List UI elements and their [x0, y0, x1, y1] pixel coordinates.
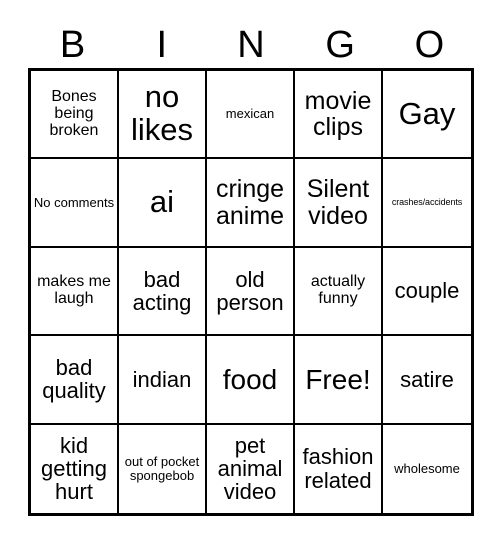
bingo-cell-label: No comments [33, 194, 115, 210]
bingo-grid: Bones being broken no likes mexican movi… [28, 68, 474, 516]
bingo-cell-label: Silent video [306, 175, 370, 230]
bingo-cell-label: ai [149, 184, 175, 220]
bingo-cell-r5c2[interactable]: out of pocket spongebob [119, 424, 207, 513]
bingo-cell-label: kid getting hurt [40, 432, 108, 505]
bingo-card: B I N G O Bones being broken no likes me… [0, 0, 501, 544]
bingo-cell-r3c3[interactable]: old person [207, 247, 295, 337]
bingo-cell-label: mexican [225, 106, 275, 122]
bingo-cell-r3c5[interactable]: couple [383, 247, 471, 337]
bingo-cell-label: fashion related [302, 444, 374, 493]
bingo-cell-label: movie clips [304, 86, 372, 142]
bingo-header-letter-i: I [156, 24, 168, 66]
bingo-cell-r3c1[interactable]: makes me laugh [31, 247, 119, 337]
bingo-cell-r3c2[interactable]: bad acting [119, 247, 207, 337]
bingo-cell-label: satire [400, 366, 454, 392]
bingo-header-letter-o: O [414, 24, 445, 66]
bingo-cell-label: bad quality [42, 355, 106, 404]
bingo-free-space-label: Free! [305, 363, 371, 395]
bingo-cell-r1c2[interactable]: no likes [119, 71, 207, 160]
bingo-cell-r5c3[interactable]: pet animal video [207, 424, 295, 513]
bingo-cell-r5c5[interactable]: wholesome [383, 424, 471, 513]
bingo-cell-label: makes me laugh [37, 273, 111, 307]
bingo-cell-r2c1[interactable]: No comments [31, 159, 119, 248]
bingo-header-letter-b: B [59, 24, 86, 66]
bingo-cell-r1c4[interactable]: movie clips [295, 71, 383, 160]
bingo-cell-label: Gay [398, 95, 456, 131]
bingo-cell-label: cringe anime [215, 175, 285, 230]
bingo-cell-label: crashes/accidents [391, 196, 463, 207]
bingo-cell-r1c1[interactable]: Bones being broken [31, 71, 119, 160]
bingo-cell-label: food [222, 363, 278, 395]
bingo-cell-label: actually funny [310, 273, 366, 307]
bingo-header-row: B I N G O [28, 24, 474, 66]
bingo-cell-r4c3[interactable]: food [207, 336, 295, 425]
bingo-cell-r4c2[interactable]: indian [119, 336, 207, 425]
bingo-cell-r4c1[interactable]: bad quality [31, 336, 119, 425]
bingo-cell-r1c5[interactable]: Gay [383, 71, 471, 160]
bingo-cell-r4c5[interactable]: satire [383, 336, 471, 425]
bingo-cell-r5c1[interactable]: kid getting hurt [31, 424, 119, 513]
bingo-cell-r1c3[interactable]: mexican [207, 71, 295, 160]
bingo-cell-r2c4[interactable]: Silent video [295, 159, 383, 248]
bingo-cell-label: bad acting [132, 266, 192, 315]
bingo-cell-r2c3[interactable]: cringe anime [207, 159, 295, 248]
bingo-header-letter-g: G [325, 24, 355, 66]
bingo-cell-label: pet animal video [217, 432, 283, 505]
bingo-cell-label: couple [394, 278, 460, 304]
bingo-cell-label: old person [216, 266, 284, 315]
bingo-header-letter-n: N [237, 24, 265, 66]
bingo-cell-label: Bones being broken [49, 87, 99, 139]
bingo-cell-r3c4[interactable]: actually funny [295, 247, 383, 337]
bingo-cell-label: wholesome [394, 460, 460, 476]
bingo-cell-label: out of pocket spongebob [124, 454, 200, 483]
bingo-cell-r5c4[interactable]: fashion related [295, 424, 383, 513]
bingo-cell-r2c5[interactable]: crashes/accidents [383, 159, 471, 248]
bingo-cell-label: no likes [130, 79, 193, 148]
bingo-cell-r2c2[interactable]: ai [119, 159, 207, 248]
bingo-cell-label: indian [132, 366, 192, 392]
bingo-cell-free-space[interactable]: Free! [295, 336, 383, 425]
